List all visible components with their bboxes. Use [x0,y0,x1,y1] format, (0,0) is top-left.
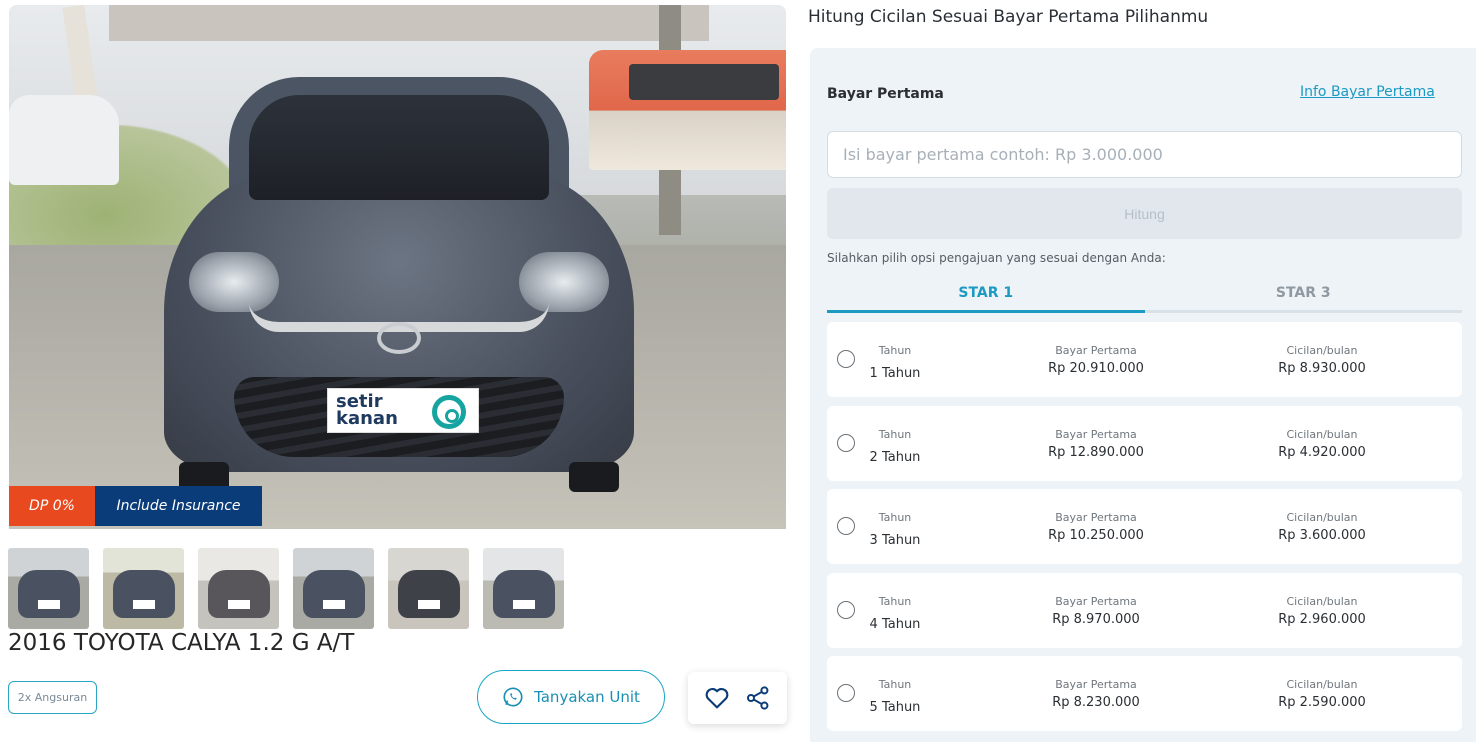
thumbnail[interactable] [388,548,469,629]
installment-option[interactable]: Tahun 4 Tahun Bayar Pertama Rp 8.970.000… [827,572,1462,648]
photo-roof [109,5,709,41]
option-radio[interactable] [837,684,855,703]
tenor-label: Tahun [878,594,912,608]
share-icon[interactable] [744,684,772,712]
tenor-value: 1 Tahun [869,366,921,381]
installment-option[interactable]: Tahun 5 Tahun Bayar Pertama Rp 8.230.000… [827,656,1462,732]
tab-star-3[interactable]: STAR 3 [1145,276,1463,310]
choose-option-text: Silahkan pilih opsi pengajuan yang sesua… [827,251,1166,265]
ask-unit-label: Tanyakan Unit [534,688,640,706]
down-payment-col-label: Bayar Pertama [1055,344,1137,357]
monthly-col-label: Cicilan/bulan [1286,511,1358,525]
calculate-button[interactable]: Hitung [827,188,1462,239]
steering-wheel-icon [432,395,466,429]
program-tabs: STAR 1 STAR 3 [827,276,1462,313]
monthly-value: Rp 2.590.000 [1278,695,1366,711]
tenor-value: 5 Tahun [869,700,921,716]
thumbnail[interactable] [483,548,564,629]
tenor-value: 4 Tahun [869,616,921,632]
whatsapp-icon [503,687,523,707]
option-radio[interactable] [837,350,855,368]
monthly-col-label: Cicilan/bulan [1286,344,1358,357]
monthly-col-label: Cicilan/bulan [1286,594,1358,608]
installment-options: Tahun 1 Tahun Bayar Pertama Rp 20.910.00… [827,322,1462,740]
heart-icon[interactable] [703,684,731,712]
installment-option[interactable]: Tahun 1 Tahun Bayar Pertama Rp 20.910.00… [827,322,1462,397]
tenor-label: Tahun [878,678,912,692]
tenor-value: 2 Tahun [869,449,921,465]
tab-star-1[interactable]: STAR 1 [827,276,1145,313]
photo-background-car [9,95,119,185]
down-payment-label: Bayar Pertama [827,86,944,102]
thumbnail[interactable] [293,548,374,629]
thumbnail-strip [8,548,564,629]
down-payment-info-link[interactable]: Info Bayar Pertama [1300,84,1435,100]
ask-unit-button[interactable]: Tanyakan Unit [477,670,665,724]
angsuran-tag: 2x Angsuran [8,681,97,714]
monthly-value: Rp 8.930.000 [1278,361,1366,376]
page: setir kanan DP 0% Include Insurance 2016 … [0,0,1476,742]
setir-kanan-plate-logo: setir kanan [327,388,479,433]
tenor-label: Tahun [878,511,912,525]
thumbnail[interactable] [198,548,279,629]
monthly-col-label: Cicilan/bulan [1286,678,1358,692]
down-payment-col-label: Bayar Pertama [1055,678,1137,692]
thumbnail[interactable] [8,548,89,629]
main-photo[interactable]: setir kanan [9,5,786,529]
toyota-logo-icon [377,322,421,354]
down-payment-value: Rp 8.970.000 [1052,611,1140,627]
down-payment-input[interactable] [827,131,1462,178]
option-radio[interactable] [837,517,855,536]
car-title: 2016 TOYOTA CALYA 1.2 G A/T [8,630,355,656]
insurance-badge: Include Insurance [95,486,262,526]
monthly-value: Rp 3.600.000 [1278,528,1366,544]
monthly-col-label: Cicilan/bulan [1286,427,1358,441]
down-payment-value: Rp 20.910.000 [1048,361,1144,376]
monthly-value: Rp 4.920.000 [1278,444,1366,460]
down-payment-value: Rp 10.250.000 [1048,528,1144,544]
installment-option[interactable]: Tahun 3 Tahun Bayar Pertama Rp 10.250.00… [827,489,1462,565]
tenor-label: Tahun [878,427,912,441]
promo-badges: DP 0% Include Insurance [9,486,262,526]
down-payment-col-label: Bayar Pertama [1055,511,1137,525]
calculator-title: Hitung Cicilan Sesuai Bayar Pertama Pili… [808,7,1209,27]
action-box [688,672,787,724]
installment-option[interactable]: Tahun 2 Tahun Bayar Pertama Rp 12.890.00… [827,405,1462,481]
option-radio[interactable] [837,433,855,452]
down-payment-col-label: Bayar Pertama [1055,427,1137,441]
down-payment-col-label: Bayar Pertama [1055,594,1137,608]
dp-badge: DP 0% [9,486,95,526]
thumbnail[interactable] [103,548,184,629]
down-payment-value: Rp 12.890.000 [1048,444,1144,460]
monthly-value: Rp 2.960.000 [1278,611,1366,627]
option-radio[interactable] [837,600,855,619]
tenor-label: Tahun [878,344,912,357]
down-payment-value: Rp 8.230.000 [1052,695,1140,711]
tenor-value: 3 Tahun [869,533,921,549]
